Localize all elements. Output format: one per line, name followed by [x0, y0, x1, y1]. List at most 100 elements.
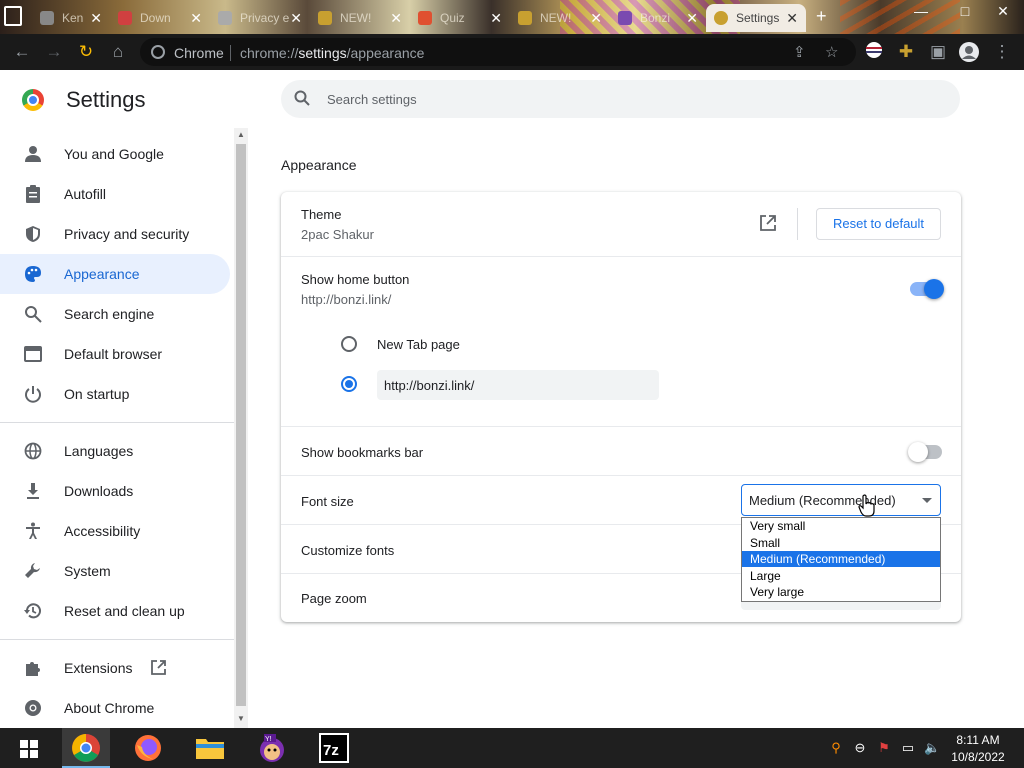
sidebar-item-on-startup[interactable]: On startup	[0, 374, 230, 414]
font-size-option[interactable]: Large	[742, 568, 940, 584]
sidebar-item-extensions[interactable]: Extensions	[0, 648, 230, 688]
tab-close-icon[interactable]: ✕	[90, 10, 102, 26]
open-in-new-icon	[151, 660, 166, 675]
chrome-icon	[25, 700, 41, 716]
taskbar-bonzi-buddy[interactable]: Y!	[248, 728, 296, 768]
tab-search-icon[interactable]	[4, 6, 22, 26]
tab-settings[interactable]: Settings ✕	[706, 4, 806, 32]
sidebar-item-privacy-and-security[interactable]: Privacy and security	[0, 214, 230, 254]
chrome-site-icon[interactable]	[151, 45, 165, 59]
tab-close-icon[interactable]: ✕	[190, 10, 202, 26]
tab-3[interactable]: Privacy e ✕	[210, 4, 310, 32]
customize-fonts-label[interactable]: Customize fonts	[301, 543, 394, 558]
sidebar-item-languages[interactable]: Languages	[0, 431, 230, 471]
taskbar-chrome[interactable]	[62, 728, 110, 768]
download-icon	[27, 483, 39, 499]
palette-icon	[25, 266, 41, 282]
font-size-option[interactable]: Very small	[742, 518, 940, 534]
tab-7[interactable]: Bonzi ✕	[610, 4, 706, 32]
bookmarks-bar-toggle[interactable]	[908, 442, 942, 462]
forward-arrow-icon[interactable]: →	[43, 41, 65, 63]
sidebar-item-autofill[interactable]: Autofill	[0, 174, 230, 214]
close-window-button[interactable]: ✕	[988, 2, 1018, 22]
font-size-select[interactable]: Medium (Recommended)	[741, 484, 941, 516]
tab-5[interactable]: Quiz ✕	[410, 4, 510, 32]
tab-close-icon[interactable]: ✕	[686, 10, 698, 26]
clock-date[interactable]: 10/8/2022	[946, 750, 1010, 764]
page-title: Settings	[66, 87, 146, 112]
profile-avatar-icon[interactable]	[958, 41, 980, 63]
sidebar-scrollbar-thumb[interactable]	[236, 144, 246, 706]
search-tray-icon[interactable]: ⚲	[828, 740, 844, 756]
font-size-option[interactable]: Small	[742, 535, 940, 551]
sidebar-item-downloads[interactable]: Downloads	[0, 471, 230, 511]
sidebar-item-system[interactable]: System	[0, 551, 230, 591]
tab-title: Ken	[62, 11, 84, 25]
tab-6[interactable]: NEW! ✕	[510, 4, 610, 32]
tab-4[interactable]: NEW! ✕	[310, 4, 410, 32]
sidebar-item-search-engine[interactable]: Search engine	[0, 294, 230, 334]
share-icon[interactable]: ⇪	[793, 43, 806, 61]
bookmark-star-icon[interactable]: ☆	[825, 43, 838, 61]
tab-1[interactable]: Ken ✕	[32, 4, 110, 32]
url-text[interactable]: chrome://settings/appearance	[240, 45, 424, 61]
taskbar-7zip[interactable]: 7z	[310, 728, 358, 768]
tab-close-icon[interactable]: ✕	[786, 10, 798, 26]
new-tab-page-radio[interactable]	[341, 336, 357, 352]
toggle-knob	[908, 442, 928, 462]
taskbar-file-explorer[interactable]	[186, 728, 234, 768]
profile-flag-icon[interactable]	[863, 41, 885, 63]
scroll-up-arrow-icon[interactable]: ▲	[234, 128, 248, 142]
back-arrow-icon[interactable]: ←	[11, 41, 33, 63]
sidebar-item-you-and-google[interactable]: You and Google	[0, 134, 230, 174]
tab-2[interactable]: Down ✕	[110, 4, 210, 32]
side-panel-icon[interactable]: ▣	[927, 41, 949, 63]
tab-title: Bonzi	[640, 11, 671, 25]
sidebar-item-about-chrome[interactable]: About Chrome	[0, 688, 230, 728]
minimize-button[interactable]: —	[906, 2, 936, 22]
windows-taskbar: Y! 7z ⚲ ⊖ ⚑ ▭ 🔈 8:11 AM 10/8/2022	[0, 728, 1024, 768]
maximize-button[interactable]: □	[950, 2, 980, 22]
sidebar-item-label: Privacy and security	[64, 226, 190, 242]
theme-value: 2pac Shakur	[301, 227, 374, 242]
home-icon[interactable]: ⌂	[107, 41, 129, 63]
reset-theme-button[interactable]: Reset to default	[816, 208, 941, 240]
search-input[interactable]	[327, 89, 927, 109]
start-button[interactable]	[4, 728, 52, 768]
tab-close-icon[interactable]: ✕	[290, 10, 302, 26]
font-size-option-highlighted[interactable]: Medium (Recommended)	[742, 551, 940, 567]
svg-text:7z: 7z	[323, 742, 339, 759]
sidebar-item-accessibility[interactable]: Accessibility	[0, 511, 230, 551]
wrench-icon	[25, 563, 40, 578]
sidebar-item-label: Appearance	[64, 266, 140, 282]
custom-url-radio[interactable]	[341, 376, 357, 392]
settings-sidebar: You and Google Autofill Privacy and secu…	[0, 132, 234, 728]
flag-tray-icon[interactable]: ⚑	[876, 740, 892, 756]
sidebar-item-reset-and-clean-up[interactable]: Reset and clean up	[0, 591, 230, 631]
search-icon	[25, 306, 42, 323]
home-button-toggle[interactable]	[910, 279, 944, 299]
clock-time[interactable]: 8:11 AM	[950, 733, 1006, 747]
globe-icon	[24, 442, 42, 460]
taskbar-firefox[interactable]	[124, 728, 172, 768]
search-settings-box[interactable]	[281, 80, 960, 118]
sidebar-item-label: Default browser	[64, 346, 163, 362]
tab-close-icon[interactable]: ✕	[490, 10, 502, 26]
address-bar[interactable]: Chrome chrome://settings/appearance ⇪ ☆	[140, 38, 856, 66]
home-url-input[interactable]	[377, 370, 659, 400]
font-size-option[interactable]: Very large	[742, 584, 940, 600]
sidebar-item-default-browser[interactable]: Default browser	[0, 334, 230, 374]
reload-icon[interactable]: ↻	[75, 41, 97, 63]
network-icon[interactable]: ▭	[900, 740, 916, 756]
extensions-puzzle-icon[interactable]: ✚	[895, 41, 917, 63]
tab-close-icon[interactable]: ✕	[390, 10, 402, 26]
tab-close-icon[interactable]: ✕	[590, 10, 602, 26]
scroll-down-arrow-icon[interactable]: ▼	[234, 712, 248, 726]
more-menu-icon[interactable]: ⋮	[991, 41, 1013, 63]
sidebar-item-appearance[interactable]: Appearance	[0, 254, 230, 294]
volume-icon[interactable]: 🔈	[924, 740, 940, 756]
dropdown-caret-icon	[922, 498, 932, 503]
minus-tray-icon[interactable]: ⊖	[852, 740, 868, 756]
open-in-new-icon[interactable]	[759, 214, 777, 232]
new-tab-button[interactable]: +	[816, 6, 827, 27]
